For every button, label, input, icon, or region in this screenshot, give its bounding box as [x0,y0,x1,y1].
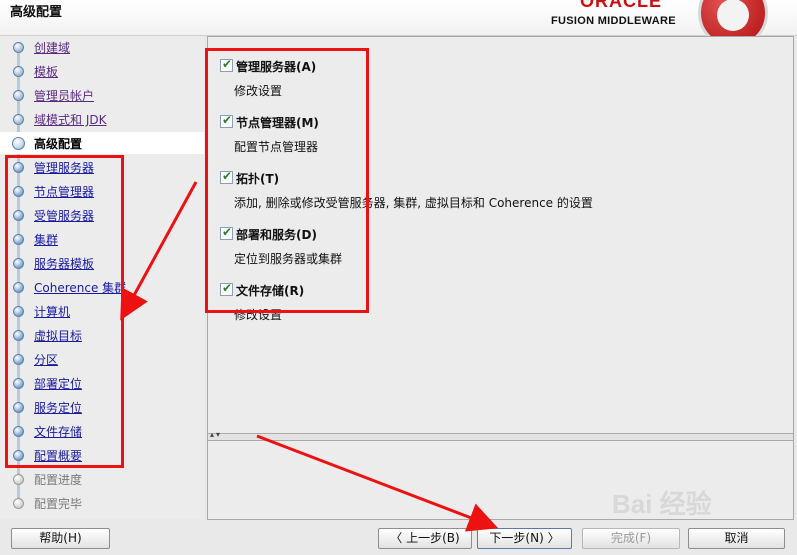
arrow-to-next-button [256,434,499,532]
baidu-watermark: Bai 经验 [612,489,712,519]
arrow-to-nav-box [120,181,198,321]
annotation-arrows [120,181,499,532]
